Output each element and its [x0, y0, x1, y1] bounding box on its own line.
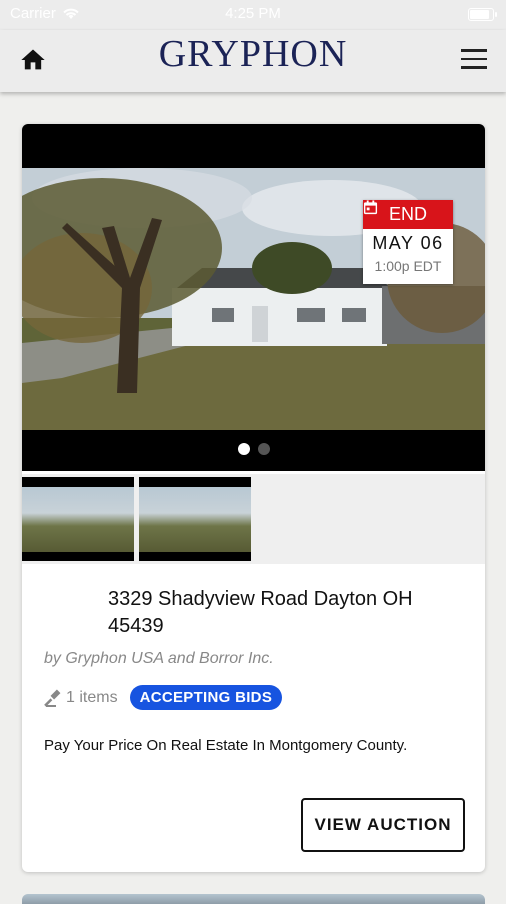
end-date: MAY 06 [372, 233, 444, 253]
gavel-icon [44, 689, 61, 707]
hamburger-menu-icon[interactable] [461, 49, 487, 71]
seller-text: by Gryphon USA and Borror Inc. [44, 650, 274, 667]
status-bar: Carrier 4:25 PM [0, 0, 506, 30]
thumbnail-strip [22, 474, 485, 564]
gryphon-logo: GRYPHON [158, 33, 348, 75]
property-photo[interactable]: END MAY 06 1:00p EDT [22, 168, 485, 430]
carousel-dot-2[interactable] [257, 443, 270, 455]
carousel-pagination[interactable] [22, 443, 485, 455]
thumbnail-1[interactable] [22, 477, 134, 561]
end-label: END [388, 204, 427, 224]
calendar-icon [363, 200, 378, 215]
thumbnail-2[interactable] [139, 477, 251, 561]
end-date-badge: END MAY 06 1:00p EDT [363, 200, 453, 284]
next-auction-card[interactable] [22, 894, 485, 904]
auction-title[interactable]: 3329 Shadyview Road Dayton OH 45439 [108, 586, 468, 640]
view-auction-button[interactable]: VIEW AUCTION [301, 798, 465, 852]
carousel-dot-1[interactable] [237, 443, 250, 455]
status-badge: ACCEPTING BIDS [129, 685, 283, 710]
end-time: 1:00p EDT [374, 258, 442, 274]
auction-card[interactable]: END MAY 06 1:00p EDT 3329 Shadyview Road… [22, 124, 485, 872]
clock: 4:25 PM [225, 5, 281, 22]
auction-meta: 1 items ACCEPTING BIDS [44, 685, 283, 710]
battery-icon [468, 8, 497, 21]
items-count: 1 items [66, 688, 118, 706]
image-carousel[interactable]: END MAY 06 1:00p EDT [22, 124, 485, 471]
app-header: GRYPHON [0, 30, 506, 92]
auction-description: Pay Your Price On Real Estate In Montgom… [44, 737, 408, 754]
